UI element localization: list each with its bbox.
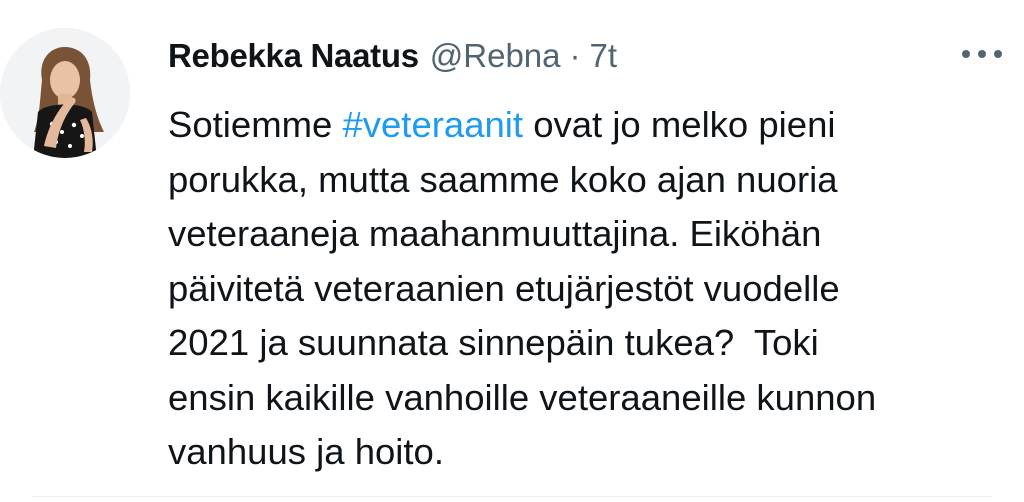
tweet-line: 2021 ja suunnata sinnepäin tukea? Toki [168,322,819,363]
tweet-text: Sotiemme #veteraanit ovat jo melko pieni… [168,98,1008,480]
tweet-line: Sotiemme #veteraanit ovat jo melko pieni [168,104,836,145]
avatar[interactable] [0,28,130,158]
header-separator: · [569,37,581,74]
tweet-line: veteraaneja maahanmuuttajina. Eiköhän [168,213,822,254]
tweet-text-segment: ovat jo melko pieni [523,104,836,145]
tweet-text-segment: Sotiemme [168,104,343,145]
tweet-line: päivitetä veteraanien etujärjestöt vuode… [168,267,840,309]
more-horizontal-icon[interactable] [958,42,1006,66]
tweet-line: ensin kaikille vanhoille veteraaneille k… [168,376,877,418]
divider [32,496,992,497]
tweet-line: vanhuus ja hoito. [168,431,444,472]
profile-photo-icon [0,28,130,158]
tweet-line: porukka, mutta saamme koko ajan nuoria [168,158,838,200]
tweet-header: Rebekka Naatus @Rebna · 7t [168,34,617,78]
author-display-name[interactable]: Rebekka Naatus [168,34,419,78]
author-handle[interactable]: @Rebna [430,34,561,78]
hashtag-link[interactable]: #veteraanit [342,104,523,145]
tweet[interactable]: Rebekka Naatus @Rebna · 7t Sotiemme #vet… [0,0,1024,502]
tweet-timestamp[interactable]: 7t [590,34,618,78]
